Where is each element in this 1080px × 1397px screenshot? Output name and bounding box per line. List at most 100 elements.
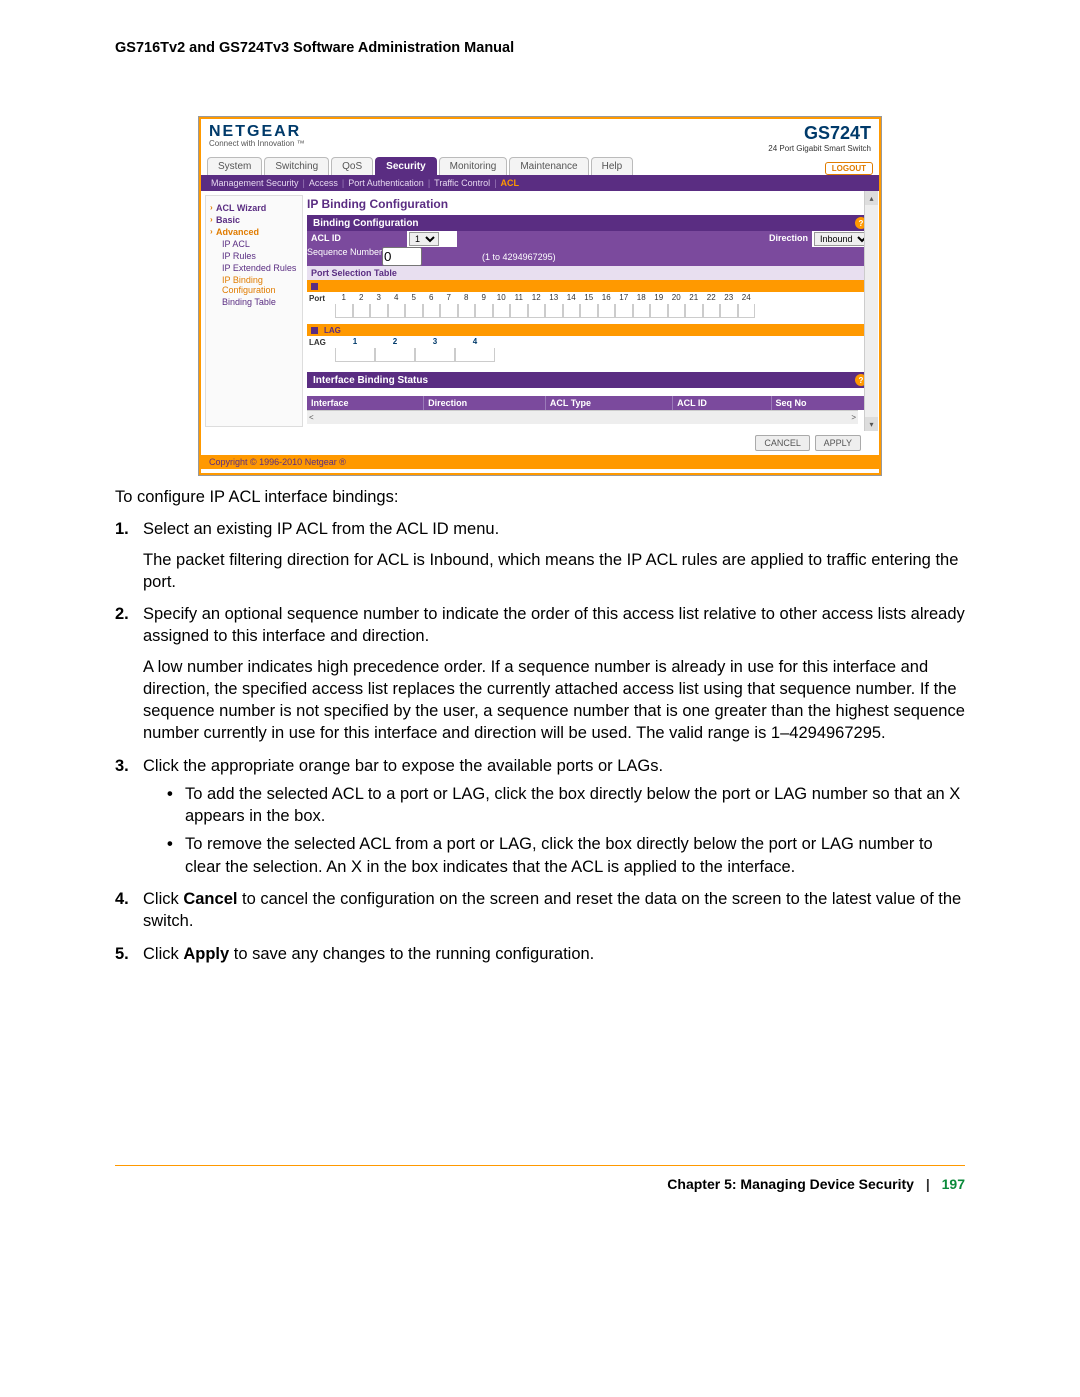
port-num: 4 — [388, 293, 406, 303]
port-num: 17 — [615, 293, 633, 303]
direction-label: Direction — [765, 231, 812, 247]
subnav: Management Security| Access| Port Authen… — [201, 175, 879, 191]
port-checkbox[interactable] — [598, 304, 616, 318]
sidebar-binding-table[interactable]: Binding Table — [210, 296, 298, 308]
port-checkbox[interactable] — [510, 304, 528, 318]
port-checkbox[interactable] — [440, 304, 458, 318]
sidebar-ip-acl[interactable]: IP ACL — [210, 238, 298, 250]
main-pane: IP Binding Configuration Binding Configu… — [305, 191, 879, 431]
main-tabs: System Switching QoS Security Monitoring… — [201, 155, 879, 175]
port-checkbox[interactable] — [738, 304, 756, 318]
port-num: 10 — [493, 293, 511, 303]
port-num: 3 — [370, 293, 388, 303]
sidebar-ip-rules[interactable]: IP Rules — [210, 250, 298, 262]
lag-num: 1 — [335, 337, 375, 347]
tab-system[interactable]: System — [207, 157, 262, 175]
sidebar-acl-wizard[interactable]: ACL Wizard — [210, 202, 298, 214]
sidebar-advanced[interactable]: Advanced — [210, 226, 298, 238]
port-checkbox[interactable] — [493, 304, 511, 318]
col-direction: Direction — [424, 396, 546, 410]
tab-maintenance[interactable]: Maintenance — [509, 157, 588, 175]
lag-checkbox[interactable] — [415, 348, 455, 362]
lag-checkbox[interactable] — [455, 348, 495, 362]
tab-monitoring[interactable]: Monitoring — [439, 157, 508, 175]
lag-num: 2 — [375, 337, 415, 347]
port-checkbox[interactable] — [405, 304, 423, 318]
port-num: 7 — [440, 293, 458, 303]
subnav-portauth[interactable]: Port Authentication — [348, 178, 424, 188]
logout-button[interactable]: LOGOUT — [825, 162, 873, 175]
direction-select[interactable]: Inbound — [814, 232, 871, 246]
step-2: Specify an optional sequence number to i… — [143, 605, 965, 645]
port-num: 18 — [633, 293, 651, 303]
port-checkbox[interactable] — [475, 304, 493, 318]
port-checkbox[interactable] — [580, 304, 598, 318]
router-ui-screenshot: NETGEAR Connect with Innovation ™ GS724T… — [198, 116, 882, 476]
subnav-access[interactable]: Access — [309, 178, 338, 188]
step-1: Select an existing IP ACL from the ACL I… — [143, 520, 499, 538]
port-checkbox[interactable] — [615, 304, 633, 318]
tab-help[interactable]: Help — [591, 157, 634, 175]
port-num: 14 — [563, 293, 581, 303]
lag-orange-bar[interactable]: LAG — [307, 324, 873, 336]
port-num: 5 — [405, 293, 423, 303]
tab-qos[interactable]: QoS — [331, 157, 373, 175]
seq-range: (1 to 4294967295) — [482, 252, 556, 262]
port-checkbox[interactable] — [720, 304, 738, 318]
v-scrollbar[interactable]: ▴▾ — [864, 191, 878, 431]
instructions: To configure IP ACL interface bindings: … — [115, 486, 965, 965]
apply-button[interactable]: APPLY — [815, 435, 861, 451]
cancel-button[interactable]: CANCEL — [755, 435, 810, 451]
tab-switching[interactable]: Switching — [264, 157, 329, 175]
model-sub: 24 Port Gigabit Smart Switch — [768, 144, 871, 153]
subnav-acl[interactable]: ACL — [501, 178, 520, 188]
port-checkbox[interactable] — [703, 304, 721, 318]
step-2-detail: A low number indicates high precedence o… — [143, 656, 965, 745]
port-checkbox[interactable] — [458, 304, 476, 318]
port-checkbox[interactable] — [563, 304, 581, 318]
sidebar-basic[interactable]: Basic — [210, 214, 298, 226]
lag-row-label: LAG — [309, 337, 335, 347]
port-num: 21 — [685, 293, 703, 303]
port-num: 15 — [580, 293, 598, 303]
port-num: 8 — [458, 293, 476, 303]
subnav-traffic[interactable]: Traffic Control — [434, 178, 490, 188]
sidebar-ip-ext-rules[interactable]: IP Extended Rules — [210, 262, 298, 274]
step-4: Click Cancel to cancel the configuration… — [143, 890, 961, 930]
seq-input[interactable] — [382, 247, 422, 266]
port-checkbox[interactable] — [370, 304, 388, 318]
lag-checkbox[interactable] — [375, 348, 415, 362]
port-checkbox[interactable] — [353, 304, 371, 318]
h-scrollbar[interactable]: <> — [307, 410, 858, 424]
port-checkbox[interactable] — [650, 304, 668, 318]
port-orange-bar[interactable] — [307, 280, 873, 292]
port-num: 13 — [545, 293, 563, 303]
lag-checkbox[interactable] — [335, 348, 375, 362]
subnav-mgmt[interactable]: Management Security — [211, 178, 299, 188]
copyright: Copyright © 1996-2010 Netgear ® — [201, 455, 879, 469]
step-3a: To add the selected ACL to a port or LAG… — [167, 783, 965, 828]
lag-num: 3 — [415, 337, 455, 347]
port-num: 23 — [720, 293, 738, 303]
doc-header: GS716Tv2 and GS724Tv3 Software Administr… — [115, 40, 965, 56]
port-checkbox[interactable] — [335, 304, 353, 318]
port-checkbox[interactable] — [545, 304, 563, 318]
port-checkbox[interactable] — [528, 304, 546, 318]
port-checkbox[interactable] — [685, 304, 703, 318]
port-checkbox[interactable] — [388, 304, 406, 318]
port-row-label: Port — [309, 293, 335, 303]
port-num: 24 — [738, 293, 756, 303]
col-acl-type: ACL Type — [545, 396, 672, 410]
collapse-toggle-icon[interactable] — [311, 283, 318, 290]
acl-id-select[interactable]: 1 — [409, 232, 439, 246]
port-checkbox[interactable] — [668, 304, 686, 318]
tab-security[interactable]: Security — [375, 157, 436, 175]
port-num: 1 — [335, 293, 353, 303]
port-checkbox[interactable] — [423, 304, 441, 318]
sidebar-ip-binding-cfg[interactable]: IP Binding Configuration — [210, 274, 298, 296]
port-num: 22 — [703, 293, 721, 303]
port-checkbox[interactable] — [633, 304, 651, 318]
step-3: Click the appropriate orange bar to expo… — [143, 757, 663, 775]
port-num: 11 — [510, 293, 528, 303]
collapse-toggle-icon[interactable] — [311, 327, 318, 334]
